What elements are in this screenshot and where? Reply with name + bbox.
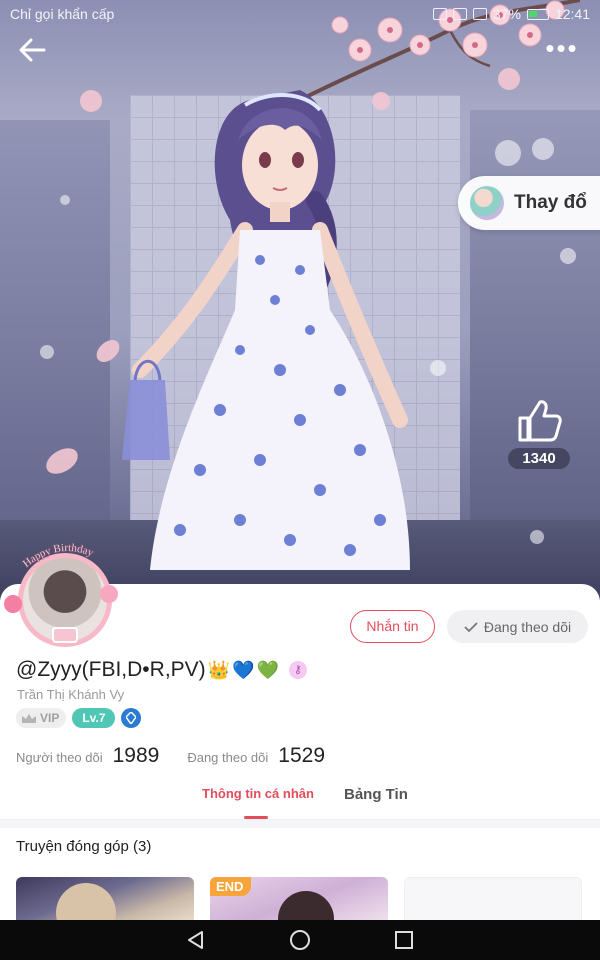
outfit-thumbnail: [470, 186, 504, 220]
nfc-icon: [432, 8, 447, 20]
badge-row: VIP Lv.7: [16, 708, 142, 728]
following-count[interactable]: 1529: [278, 744, 325, 768]
nav-back-icon[interactable]: [184, 928, 208, 952]
change-outfit-label: Thay đổ: [514, 192, 587, 213]
profile-screen: Chỉ gọi khẩn cấp 37% 12:41 ••• Thay đổ 1…: [0, 0, 600, 960]
followers-label[interactable]: Người theo dõi: [16, 750, 103, 765]
section-divider: [0, 820, 600, 828]
cake-icon: [52, 627, 78, 643]
end-badge: END: [210, 877, 252, 896]
avatar-character: [122, 90, 410, 570]
active-tab-indicator: [244, 816, 268, 819]
avatar-banner-text: Happy Birthday: [20, 542, 95, 570]
diamond-icon[interactable]: [121, 708, 142, 728]
green-heart-icon: 💚: [256, 660, 279, 680]
clock: 12:41: [554, 6, 590, 22]
thumbs-up-icon: [518, 400, 562, 442]
status-bar: Chỉ gọi khẩn cấp 37% 12:41: [0, 0, 600, 28]
like-button[interactable]: 1340: [505, 398, 573, 469]
username: @Zyyy(FBI,D•R,PV) 👑 💙 💚 ⚷: [16, 658, 307, 682]
carrier-text: Chỉ gọi khẩn cấp: [10, 6, 115, 22]
tab-personal-info[interactable]: Thông tin cá nhân: [202, 786, 314, 801]
bokeh-light: [532, 138, 554, 160]
nav-recents-icon[interactable]: [392, 928, 416, 952]
svg-text:Happy Birthday: Happy Birthday: [21, 542, 96, 570]
avatar[interactable]: Happy Birthday: [4, 535, 124, 653]
crown-icon: [22, 713, 36, 723]
follow-stats: Người theo dõi 1989 Đang theo dõi 1529: [16, 744, 353, 768]
crown-icon: 👑: [207, 660, 231, 680]
real-name: Trần Thị Khánh Vy: [17, 687, 125, 702]
tab-news-feed[interactable]: Bảng Tin: [344, 786, 408, 803]
bokeh-light: [495, 140, 521, 166]
battery-percent: 37%: [492, 6, 521, 22]
check-icon: [464, 621, 478, 632]
change-outfit-button[interactable]: Thay đổ: [458, 176, 600, 230]
balloon-icon: [4, 595, 22, 613]
scene-wall-left: [0, 120, 110, 540]
birthday-banner: Happy Birthday: [20, 542, 96, 570]
back-button[interactable]: [14, 34, 50, 66]
diamond-shape: [126, 712, 137, 724]
followers-count[interactable]: 1989: [113, 744, 160, 768]
bokeh-light: [60, 195, 70, 205]
contributed-stories-title: Truyện đóng góp (3): [16, 838, 152, 855]
battery-icon: [526, 8, 549, 20]
bokeh-light: [530, 530, 544, 544]
level-badge[interactable]: Lv.7: [72, 708, 116, 728]
scene-wall-right: [470, 110, 600, 540]
more-options-button[interactable]: •••: [540, 33, 584, 64]
username-text: @Zyyy(FBI,D•R,PV): [16, 658, 206, 681]
following-button[interactable]: Đang theo dõi: [447, 610, 588, 643]
petal: [80, 90, 102, 112]
balloon-icon: [100, 585, 118, 603]
arrow-left-icon: [19, 38, 46, 62]
key-icon: ⚷: [288, 661, 307, 679]
status-icons: 37% 12:41: [432, 6, 590, 22]
following-button-label: Đang theo dõi: [483, 618, 572, 635]
character-scene: [0, 0, 600, 600]
blue-heart-icon: 💙: [232, 660, 255, 680]
profile-tabs: Thông tin cá nhân Bảng Tin: [0, 780, 600, 820]
system-navigation-bar: [0, 920, 600, 960]
more-horizontal-icon: •••: [545, 33, 579, 63]
wifi-icon: [472, 8, 487, 20]
like-count: 1340: [508, 448, 570, 469]
vibrate-icon: [452, 8, 467, 20]
message-button[interactable]: Nhắn tin: [350, 610, 435, 643]
following-label[interactable]: Đang theo dõi: [187, 750, 268, 765]
nav-home-icon[interactable]: [288, 928, 312, 952]
bokeh-light: [40, 345, 54, 359]
vip-label: VIP: [40, 711, 60, 725]
bokeh-light: [560, 248, 576, 264]
vip-badge[interactable]: VIP: [16, 708, 67, 728]
